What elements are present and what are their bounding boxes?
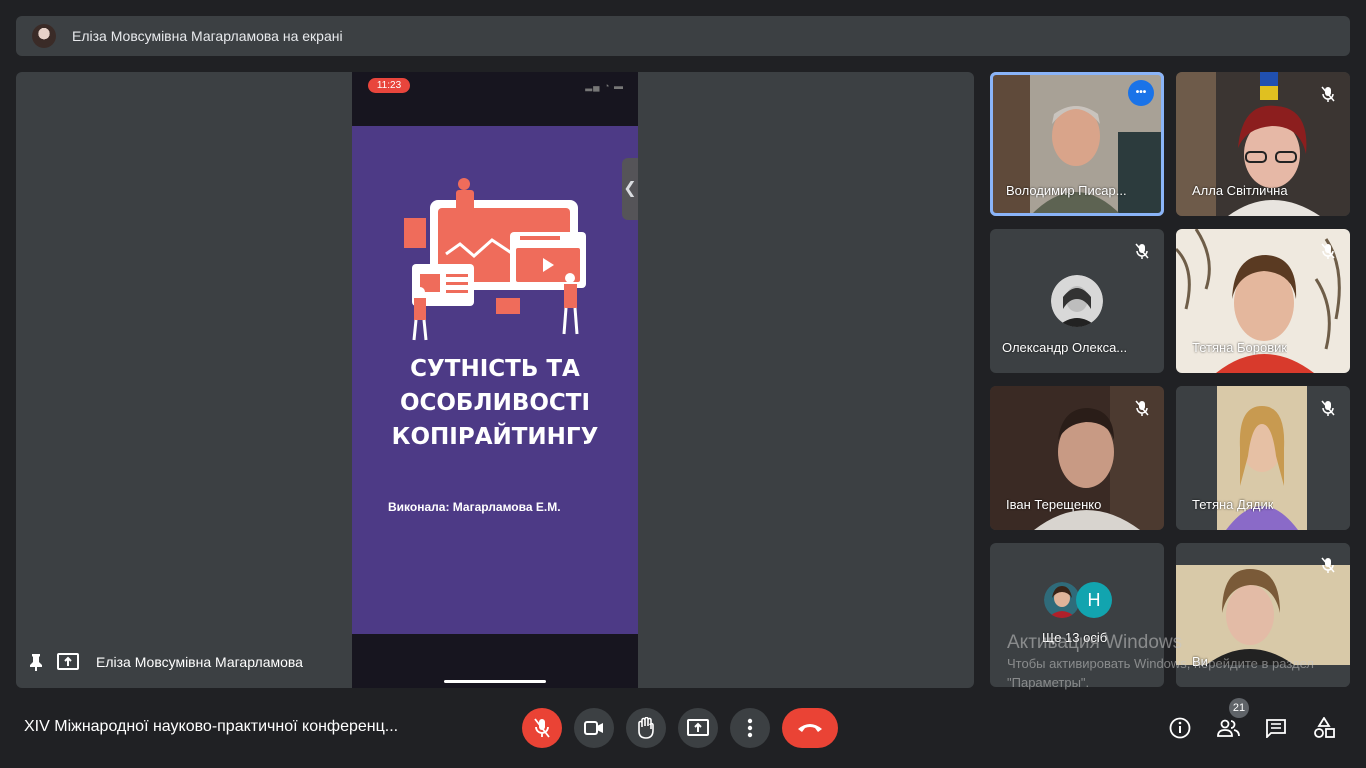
pin-icon[interactable] [24, 650, 48, 674]
hangup-icon [798, 724, 822, 732]
more-options-button[interactable]: ••• [1128, 80, 1154, 106]
participant-tile[interactable]: Тетяна Боровик [1176, 229, 1350, 373]
participant-tile[interactable]: Іван Терещенко [990, 386, 1164, 530]
hand-icon [638, 717, 654, 739]
camera-toggle-button[interactable] [574, 708, 614, 748]
participant-tile[interactable]: Тетяна Дядик [1176, 386, 1350, 530]
presentation-stage[interactable]: 11:23 ▂▄ ◔ ▬ СУТНІСТЬ ТА ОСОБЛИВОСТІ КОП… [16, 72, 974, 688]
meeting-details-button[interactable] [1166, 714, 1194, 742]
present-now-button[interactable] [678, 708, 718, 748]
collapse-panel-button[interactable]: ❮ [622, 158, 638, 220]
mic-off-icon [1316, 82, 1340, 106]
people-icon [1217, 719, 1240, 737]
participant-avatar [1044, 582, 1080, 618]
participant-tile[interactable]: ••• Володимир Писар... [990, 72, 1164, 216]
mic-toggle-button[interactable] [522, 708, 562, 748]
phone-time: 11:23 [368, 78, 410, 93]
chat-button[interactable] [1262, 714, 1290, 742]
presenting-banner-text: Еліза Мовсумівна Магарламова на екрані [72, 28, 343, 44]
participant-name: Володимир Писар... [1006, 183, 1127, 198]
activities-button[interactable] [1310, 714, 1338, 742]
slide-title: СУТНІСТЬ ТА ОСОБЛИВОСТІ КОПІРАЙТИНГУ [391, 356, 599, 450]
raise-hand-button[interactable] [626, 708, 666, 748]
presenter-name-bar: Еліза Мовсумівна Магарламова [24, 650, 303, 674]
participant-tile[interactable]: Олександр Олекса... [990, 229, 1164, 373]
phone-home-indicator [444, 680, 546, 683]
slide-author: Виконала: Магарламова Е.М. [388, 500, 561, 514]
camera-icon [584, 721, 603, 735]
activities-icon [1314, 717, 1335, 738]
participant-tile[interactable]: Алла Світлична [1176, 72, 1350, 216]
present-screen-icon [687, 719, 709, 736]
bottom-control-bar: XIV Міжнародної науково-практичної конфе… [0, 698, 1366, 758]
presenter-name: Еліза Мовсумівна Магарламова [96, 654, 303, 670]
mic-off-icon [1130, 396, 1154, 420]
chat-icon [1266, 719, 1286, 738]
meeting-title: XIV Міжнародної науково-практичної конфе… [24, 718, 399, 735]
phone-status-bar: 11:23 ▂▄ ◔ ▬ [352, 72, 638, 126]
participant-avatar [1051, 275, 1103, 327]
info-icon [1169, 717, 1191, 739]
people-button[interactable] [1214, 714, 1242, 742]
windows-activation-watermark: Активация Windows Чтобы активировать Win… [1007, 632, 1337, 692]
participant-name: Тетяна Дядик [1192, 497, 1274, 512]
watermark-text: Чтобы активировать Windows, перейдите в … [1007, 656, 1314, 690]
mic-off-icon [1316, 396, 1340, 420]
shared-phone-screen: 11:23 ▂▄ ◔ ▬ СУТНІСТЬ ТА ОСОБЛИВОСТІ КОП… [352, 72, 638, 688]
mic-off-icon [1316, 239, 1340, 263]
more-options-button[interactable] [730, 708, 770, 748]
mic-off-icon [1130, 239, 1154, 263]
people-count-badge: 21 [1229, 698, 1249, 718]
phone-status-icons: ▂▄ ◔ ▬ [585, 81, 624, 91]
present-screen-icon [56, 650, 80, 674]
copywriting-illustration [404, 178, 586, 341]
watermark-heading: Активация Windows [1007, 632, 1183, 653]
more-vert-icon [747, 718, 753, 738]
mic-off-icon [1316, 553, 1340, 577]
participant-name: Олександр Олекса... [1002, 340, 1128, 355]
presenting-banner: Еліза Мовсумівна Магарламова на екрані [16, 16, 1350, 56]
presentation-slide: СУТНІСТЬ ТА ОСОБЛИВОСТІ КОПІРАЙТИНГУ Вик… [352, 126, 638, 634]
participant-name: Тетяна Боровик [1192, 340, 1288, 355]
mic-off-icon [534, 718, 550, 738]
participant-name: Іван Терещенко [1006, 497, 1102, 512]
participant-letter-avatar: Н [1076, 582, 1112, 618]
presenter-avatar [32, 24, 56, 48]
participant-name: Алла Світлична [1192, 183, 1288, 198]
leave-call-button[interactable] [782, 708, 838, 748]
